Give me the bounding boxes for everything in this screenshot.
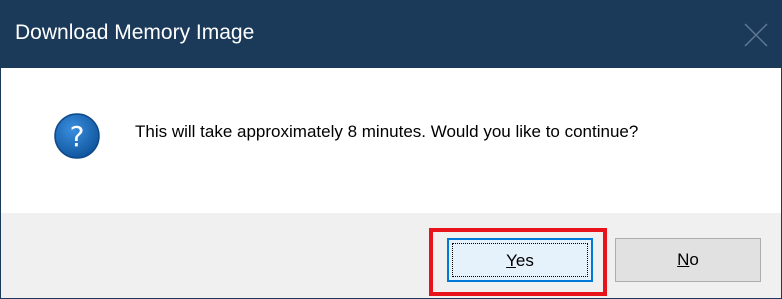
close-icon	[744, 23, 768, 47]
yes-button[interactable]: Yes	[447, 238, 593, 282]
dialog-content: ? This will take approximately 8 minutes…	[1, 68, 781, 213]
close-button[interactable]	[741, 22, 771, 48]
download-memory-image-dialog: Download Memory Image ? This will take a	[0, 0, 782, 299]
question-icon: ?	[53, 112, 101, 160]
no-accelerator: N	[677, 250, 690, 269]
no-button-label: No	[677, 250, 699, 269]
no-label-rest: o	[689, 250, 699, 269]
svg-text:?: ?	[70, 120, 85, 153]
dialog-message: This will take approximately 8 minutes. …	[135, 122, 639, 141]
no-button[interactable]: No	[615, 238, 761, 282]
titlebar[interactable]: Download Memory Image	[1, 0, 782, 68]
focus-ring	[452, 243, 588, 277]
dialog-title: Download Memory Image	[15, 21, 255, 44]
button-bar: Yes No	[1, 213, 781, 298]
